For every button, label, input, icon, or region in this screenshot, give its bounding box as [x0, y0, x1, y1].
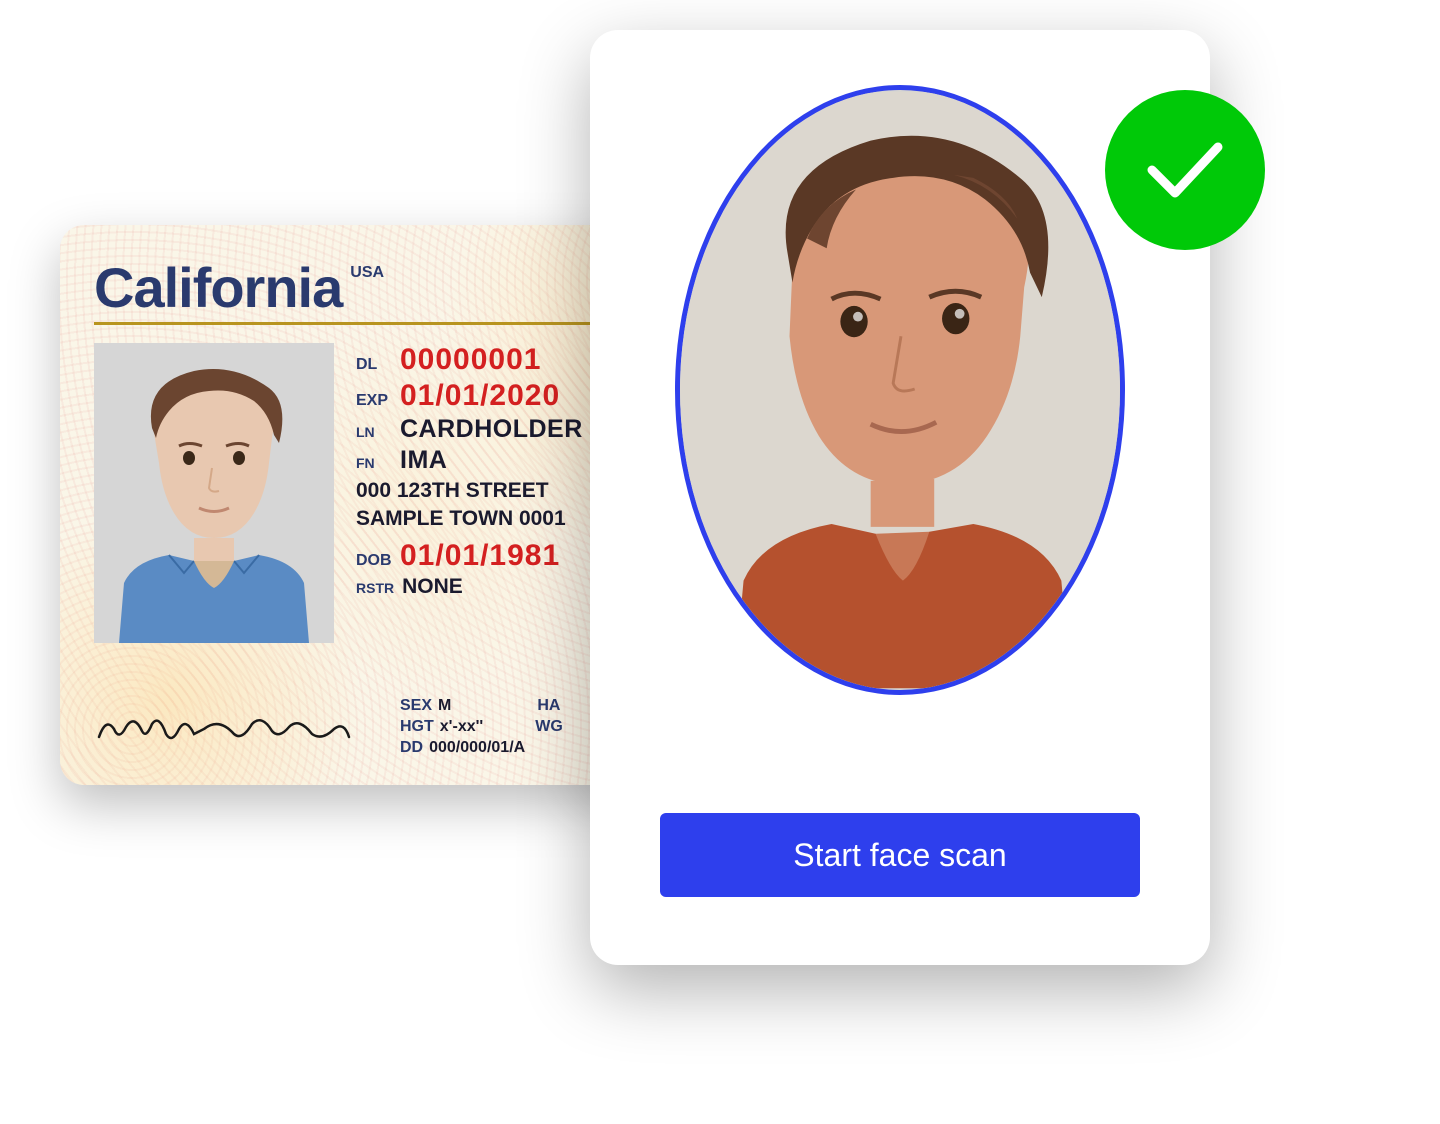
divider-line	[94, 322, 614, 325]
sex-label: SEX	[400, 697, 432, 715]
dob-label: DOB	[356, 552, 392, 570]
last-name: CARDHOLDER	[400, 415, 583, 444]
dl-number: 00000001	[400, 343, 541, 377]
hgt-label: HGT	[400, 718, 434, 736]
start-face-scan-button[interactable]: Start face scan	[660, 813, 1140, 897]
first-name: IMA	[400, 446, 447, 475]
rstr-value: NONE	[402, 575, 463, 599]
dd-label: DD	[400, 739, 423, 757]
state-name: California	[94, 255, 342, 320]
success-check-badge	[1105, 90, 1265, 250]
dl-label: DL	[356, 356, 392, 374]
checkmark-icon	[1140, 135, 1230, 205]
license-photo	[94, 343, 334, 643]
country-code: USA	[350, 264, 384, 282]
signature-row	[94, 709, 354, 749]
face-scan-oval	[675, 85, 1125, 695]
dd-value: 000/000/01/A	[429, 739, 525, 757]
face-placeholder-icon	[680, 90, 1120, 690]
dob-value: 01/01/1981	[400, 539, 560, 573]
sex-value: M	[438, 697, 451, 715]
rstr-label: RSTR	[356, 580, 394, 596]
ha-label: HA	[537, 697, 560, 715]
hgt-value: x'-xx''	[440, 718, 483, 736]
wg-label: WG	[535, 718, 563, 736]
ln-label: LN	[356, 424, 392, 440]
exp-date: 01/01/2020	[400, 379, 560, 413]
signature-icon	[94, 709, 354, 749]
license-bottom-details: SEX M HA HGT x'-xx'' WG DD 000/000/01/A	[400, 697, 563, 757]
fn-label: FN	[356, 455, 392, 471]
exp-label: EXP	[356, 392, 392, 410]
face-scan-card: Start face scan	[590, 30, 1210, 965]
scan-button-label: Start face scan	[793, 837, 1006, 874]
photo-placeholder-icon	[94, 343, 334, 643]
